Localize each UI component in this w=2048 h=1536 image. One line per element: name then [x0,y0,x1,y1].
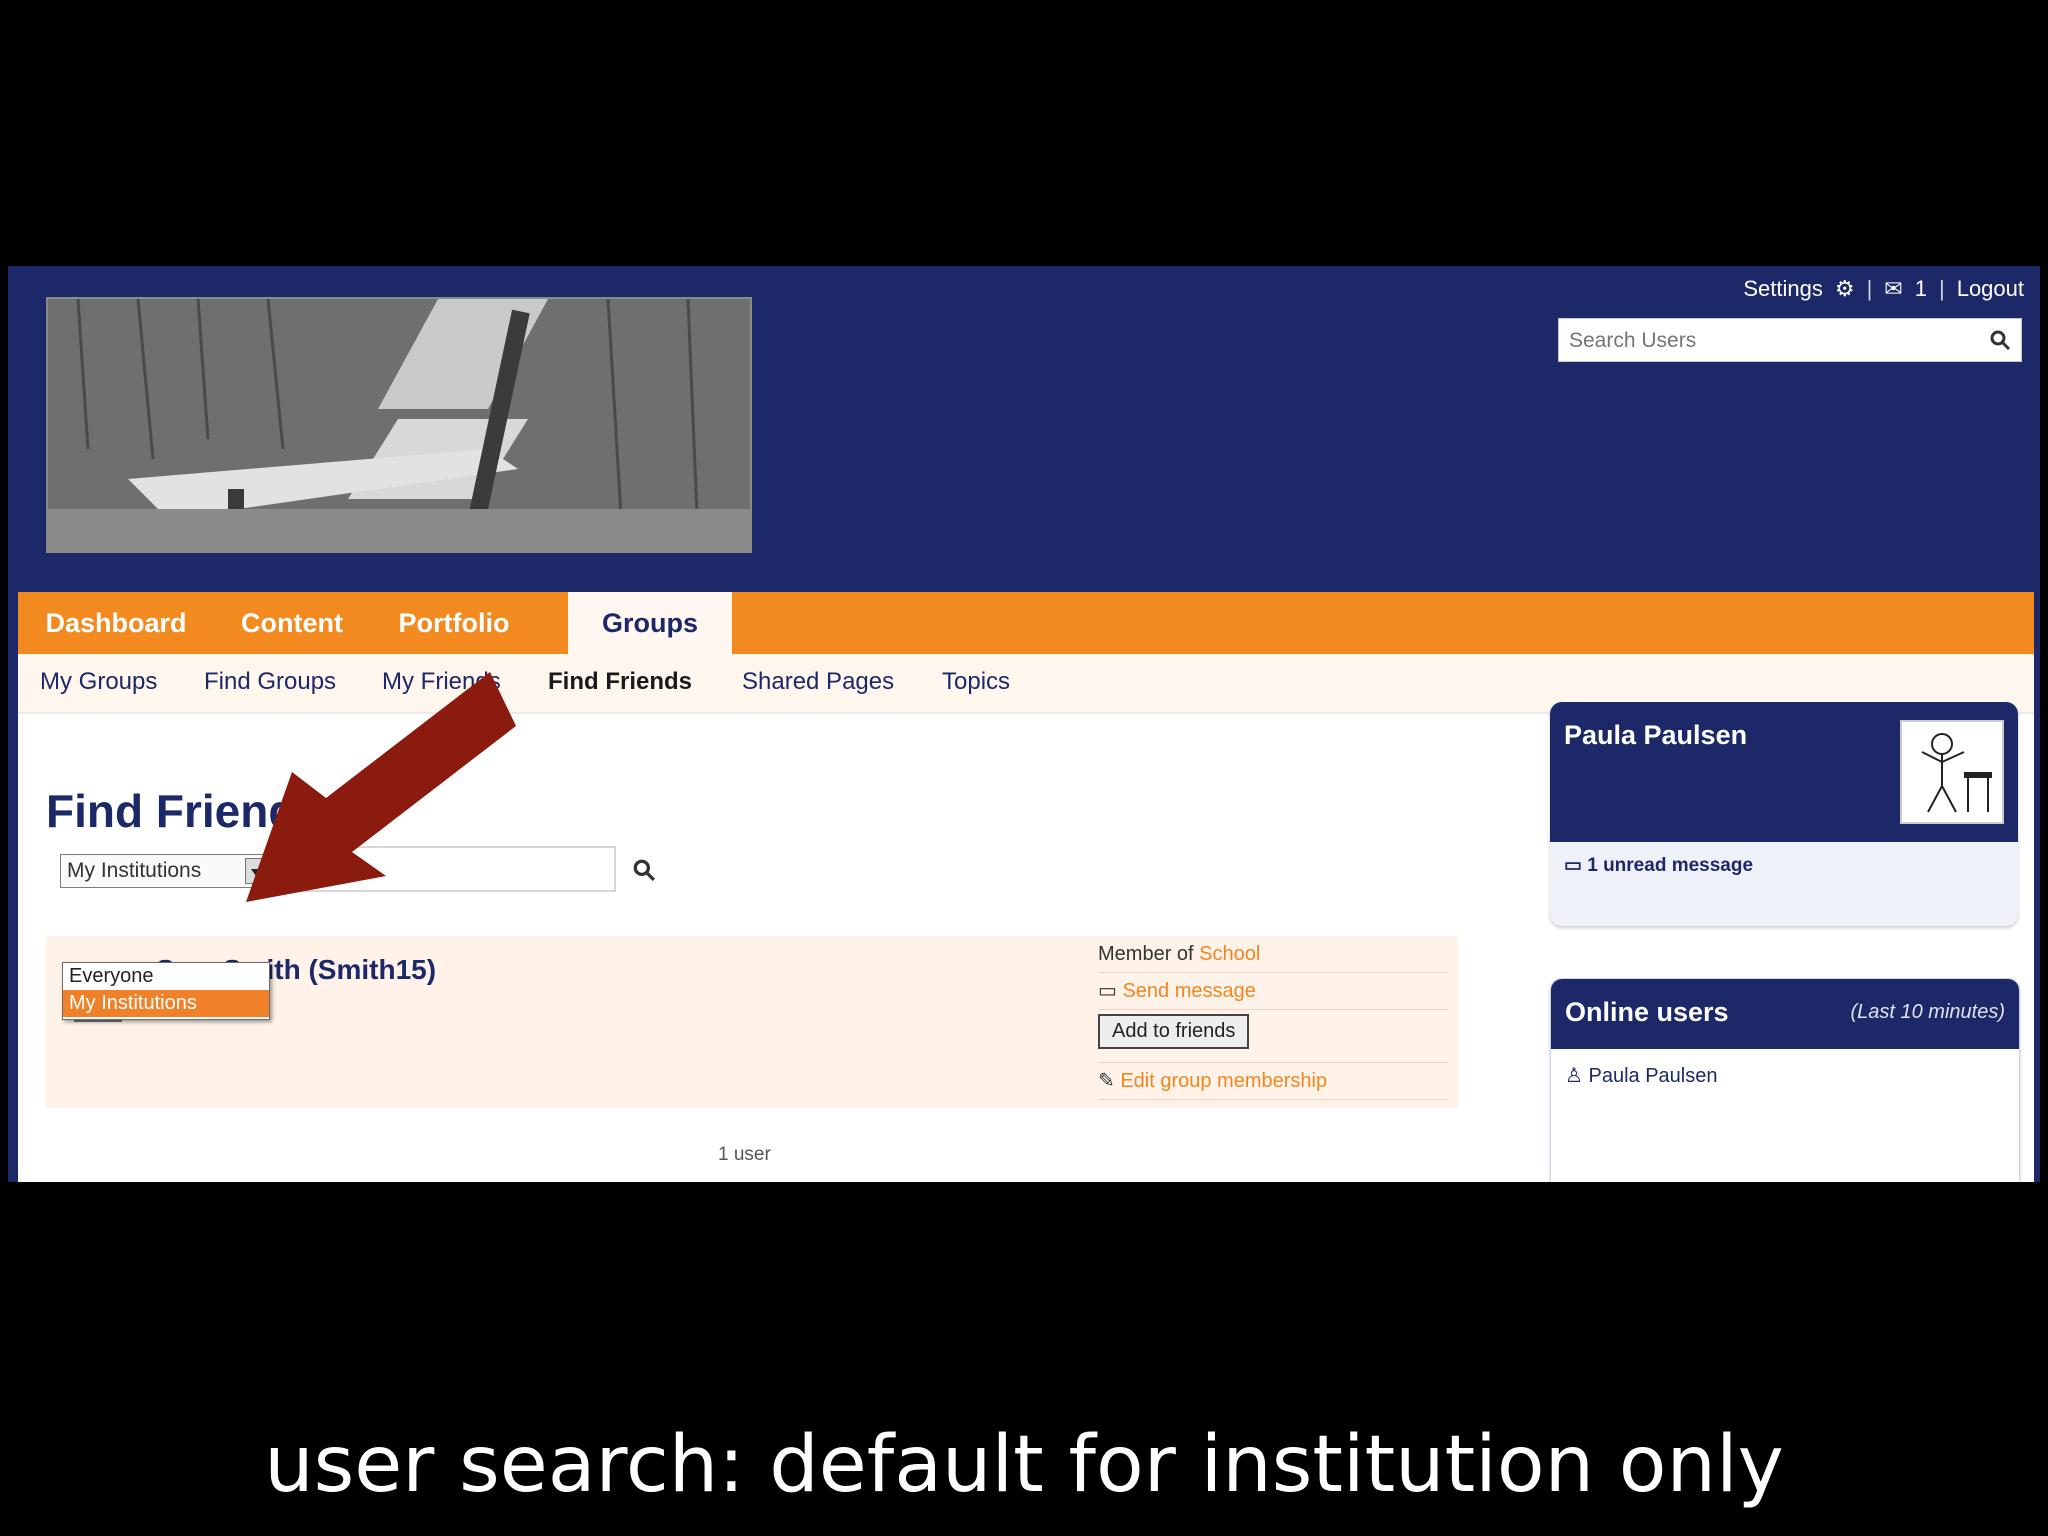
slide-caption: user search: default for institution onl… [264,1420,1784,1510]
red-arrow-annotation [246,672,516,902]
dropdown-option-my-institutions[interactable]: My Institutions [63,990,269,1017]
scope-dropdown: Everyone My Institutions [62,962,270,1020]
dropdown-option-everyone[interactable]: Everyone [63,963,269,990]
